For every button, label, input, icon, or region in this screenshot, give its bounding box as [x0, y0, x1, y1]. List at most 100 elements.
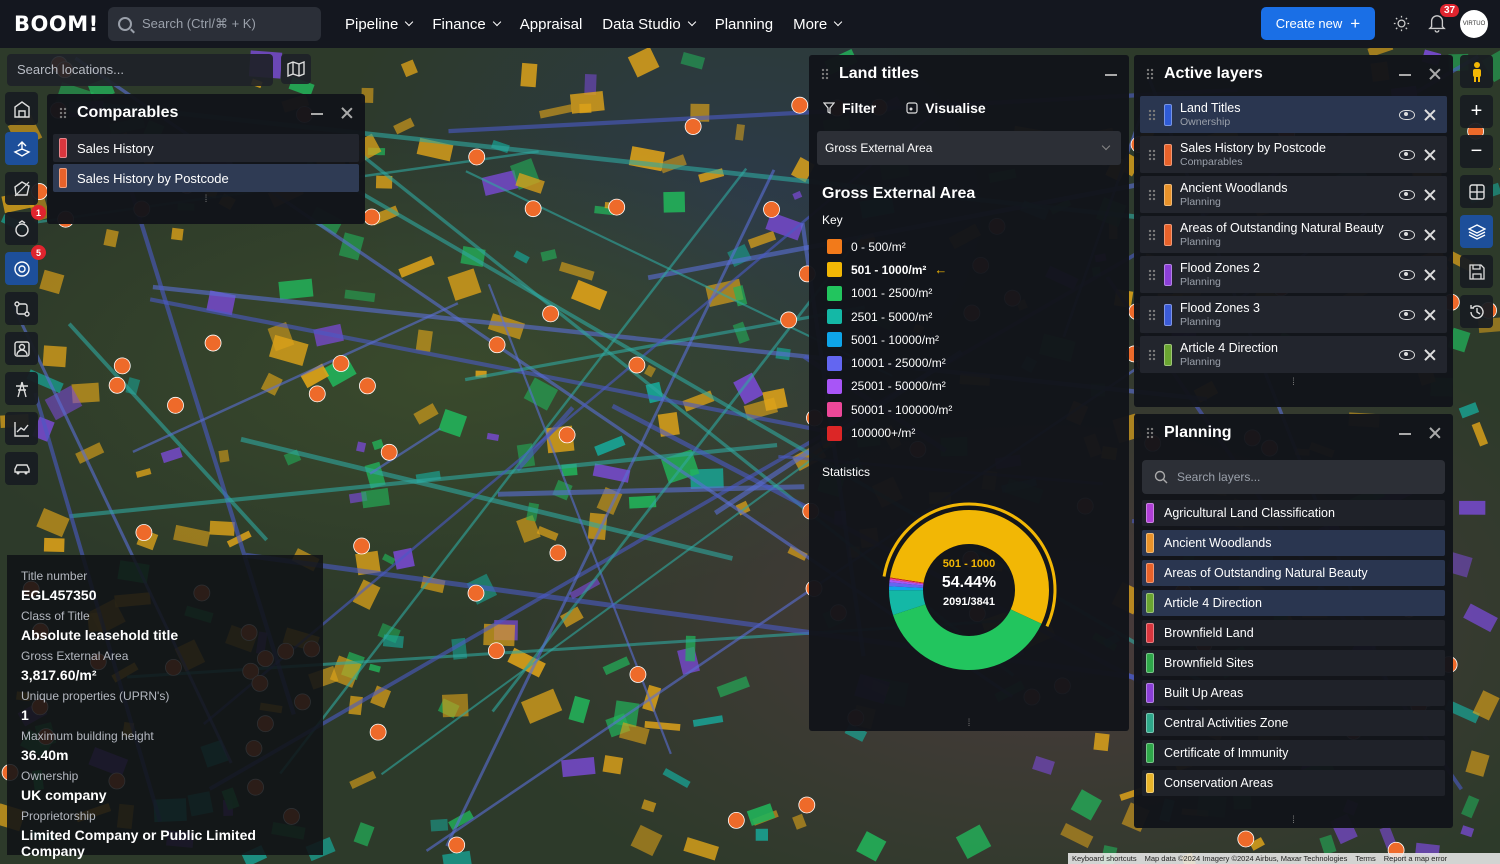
active-layers-header[interactable]: Active layers — [1134, 55, 1453, 93]
app-logo[interactable]: BOOM! — [14, 12, 98, 36]
visualise-button[interactable]: Visualise — [906, 100, 986, 116]
close-icon[interactable] — [1429, 68, 1441, 80]
tool-owners[interactable] — [5, 332, 38, 365]
drag-handle-icon[interactable] — [1148, 148, 1156, 161]
location-search-input[interactable]: Search locations... — [7, 54, 273, 86]
legend-item[interactable]: 1001 - 2500/m² — [809, 282, 1129, 305]
planning-layer-item[interactable]: Brownfield Sites — [1142, 650, 1445, 676]
nav-pipeline[interactable]: Pipeline — [345, 16, 414, 33]
legend-item[interactable]: 501 - 1000/m² ← — [809, 258, 1129, 281]
planning-header[interactable]: Planning — [1134, 414, 1453, 452]
active-layer-item[interactable]: Sales History by Postcode Comparables — [1140, 136, 1447, 173]
global-search-input[interactable]: Search (Ctrl/⌘ + K) — [108, 7, 321, 41]
planning-layer-item[interactable]: Central Activities Zone — [1142, 710, 1445, 736]
donut-slice[interactable] — [893, 604, 1042, 670]
visibility-eye-icon[interactable] — [1399, 109, 1415, 120]
tool-utilities[interactable] — [5, 372, 38, 405]
minimize-icon[interactable] — [1399, 68, 1411, 80]
tool-transport[interactable] — [5, 452, 38, 485]
visibility-eye-icon[interactable] — [1399, 149, 1415, 160]
tool-planning[interactable]: 5 — [5, 245, 46, 285]
close-icon[interactable] — [1429, 427, 1441, 439]
drag-handle-icon[interactable] — [1148, 228, 1156, 241]
drag-handle-icon[interactable] — [1148, 268, 1156, 281]
active-layer-item[interactable]: Article 4 Direction Planning — [1140, 336, 1447, 373]
nav-finance[interactable]: Finance — [432, 16, 501, 33]
planning-layer-item[interactable]: Article 4 Direction — [1142, 590, 1445, 616]
minimize-icon[interactable] — [311, 107, 323, 119]
comparables-header[interactable]: Comparables — [47, 94, 365, 132]
zoom-in-button[interactable]: + — [1460, 95, 1493, 128]
metric-select[interactable]: Gross External Area — [817, 131, 1121, 165]
planning-layer-item[interactable]: Certificate of Immunity — [1142, 740, 1445, 766]
report-map-error-link[interactable]: Report a map error — [1384, 854, 1447, 863]
planning-layer-item[interactable]: Conservation Areas — [1142, 770, 1445, 796]
remove-layer-icon[interactable] — [1425, 190, 1435, 200]
tool-buildings[interactable] — [5, 92, 38, 125]
planning-layer-item[interactable]: Agricultural Land Classification — [1142, 500, 1445, 526]
drag-handle-icon[interactable] — [1148, 308, 1156, 321]
drag-handle-icon[interactable] — [1146, 427, 1154, 439]
create-new-button[interactable]: Create new + — [1261, 7, 1375, 40]
grid-view-button[interactable] — [1460, 175, 1493, 208]
nav-more[interactable]: More — [793, 16, 843, 33]
comparables-item[interactable]: Sales History by Postcode — [53, 164, 359, 192]
legend-item[interactable]: 25001 - 50000/m² — [809, 375, 1129, 398]
drag-handle-icon[interactable] — [1146, 68, 1154, 80]
close-icon[interactable] — [341, 107, 353, 119]
minimize-icon[interactable] — [1105, 68, 1117, 80]
planning-layer-item[interactable]: Brownfield Land — [1142, 620, 1445, 646]
planning-layer-item[interactable]: Built Up Areas — [1142, 680, 1445, 706]
terms-link[interactable]: Terms — [1355, 854, 1375, 863]
legend-item[interactable]: 10001 - 25000/m² — [809, 351, 1129, 374]
planning-layer-item[interactable]: Areas of Outstanding Natural Beauty — [1142, 560, 1445, 586]
active-layer-item[interactable]: Ancient Woodlands Planning — [1140, 176, 1447, 213]
visibility-eye-icon[interactable] — [1399, 189, 1415, 200]
resize-handle-icon[interactable]: ⁞ — [47, 194, 365, 205]
street-view-button[interactable] — [1460, 55, 1493, 88]
drag-handle-icon[interactable] — [59, 107, 67, 119]
legend-item[interactable]: 100000+/m² — [809, 421, 1129, 444]
layers-button[interactable] — [1460, 215, 1493, 248]
remove-layer-icon[interactable] — [1425, 350, 1435, 360]
map-style-button[interactable] — [281, 54, 311, 84]
save-button[interactable] — [1460, 255, 1493, 288]
land-titles-header[interactable]: Land titles — [809, 55, 1129, 93]
tool-routes[interactable] — [5, 292, 38, 325]
resize-handle-icon[interactable]: ⁞ — [1134, 815, 1453, 826]
remove-layer-icon[interactable] — [1425, 270, 1435, 280]
tool-land[interactable] — [5, 132, 38, 165]
legend-item[interactable]: 50001 - 100000/m² — [809, 398, 1129, 421]
legend-item[interactable]: 0 - 500/m² — [809, 235, 1129, 258]
active-layer-item[interactable]: Areas of Outstanding Natural Beauty Plann… — [1140, 216, 1447, 253]
remove-layer-icon[interactable] — [1425, 310, 1435, 320]
user-avatar[interactable]: VIRTUO — [1460, 10, 1488, 38]
visibility-eye-icon[interactable] — [1399, 309, 1415, 320]
drag-handle-icon[interactable] — [821, 68, 829, 80]
comparables-item[interactable]: Sales History — [53, 134, 359, 162]
tool-draw[interactable] — [5, 172, 38, 205]
filter-button[interactable]: Filter — [823, 100, 876, 116]
visibility-eye-icon[interactable] — [1399, 229, 1415, 240]
nav-appraisal[interactable]: Appraisal — [520, 16, 583, 33]
resize-handle-icon[interactable]: ⁞ — [809, 718, 1129, 729]
planning-layer-item[interactable]: Ancient Woodlands — [1142, 530, 1445, 556]
tool-analytics[interactable] — [5, 412, 38, 445]
drag-handle-icon[interactable] — [1148, 108, 1156, 121]
visibility-eye-icon[interactable] — [1399, 349, 1415, 360]
active-layer-item[interactable]: Flood Zones 3 Planning — [1140, 296, 1447, 333]
remove-layer-icon[interactable] — [1425, 230, 1435, 240]
tool-comparables[interactable]: 1 — [5, 205, 46, 245]
drag-handle-icon[interactable] — [1148, 348, 1156, 361]
theme-toggle-sun-icon[interactable] — [1393, 15, 1410, 32]
active-layer-item[interactable]: Flood Zones 2 Planning — [1140, 256, 1447, 293]
active-layer-item[interactable]: Land Titles Ownership — [1140, 96, 1447, 133]
remove-layer-icon[interactable] — [1425, 110, 1435, 120]
keyboard-shortcuts-link[interactable]: Keyboard shortcuts — [1072, 854, 1137, 863]
resize-handle-icon[interactable]: ⁞ — [1134, 377, 1453, 388]
planning-search-input[interactable]: Search layers... — [1142, 460, 1445, 494]
nav-planning[interactable]: Planning — [715, 16, 773, 33]
legend-item[interactable]: 5001 - 10000/m² — [809, 328, 1129, 351]
nav-data-studio[interactable]: Data Studio — [602, 16, 696, 33]
minimize-icon[interactable] — [1399, 427, 1411, 439]
